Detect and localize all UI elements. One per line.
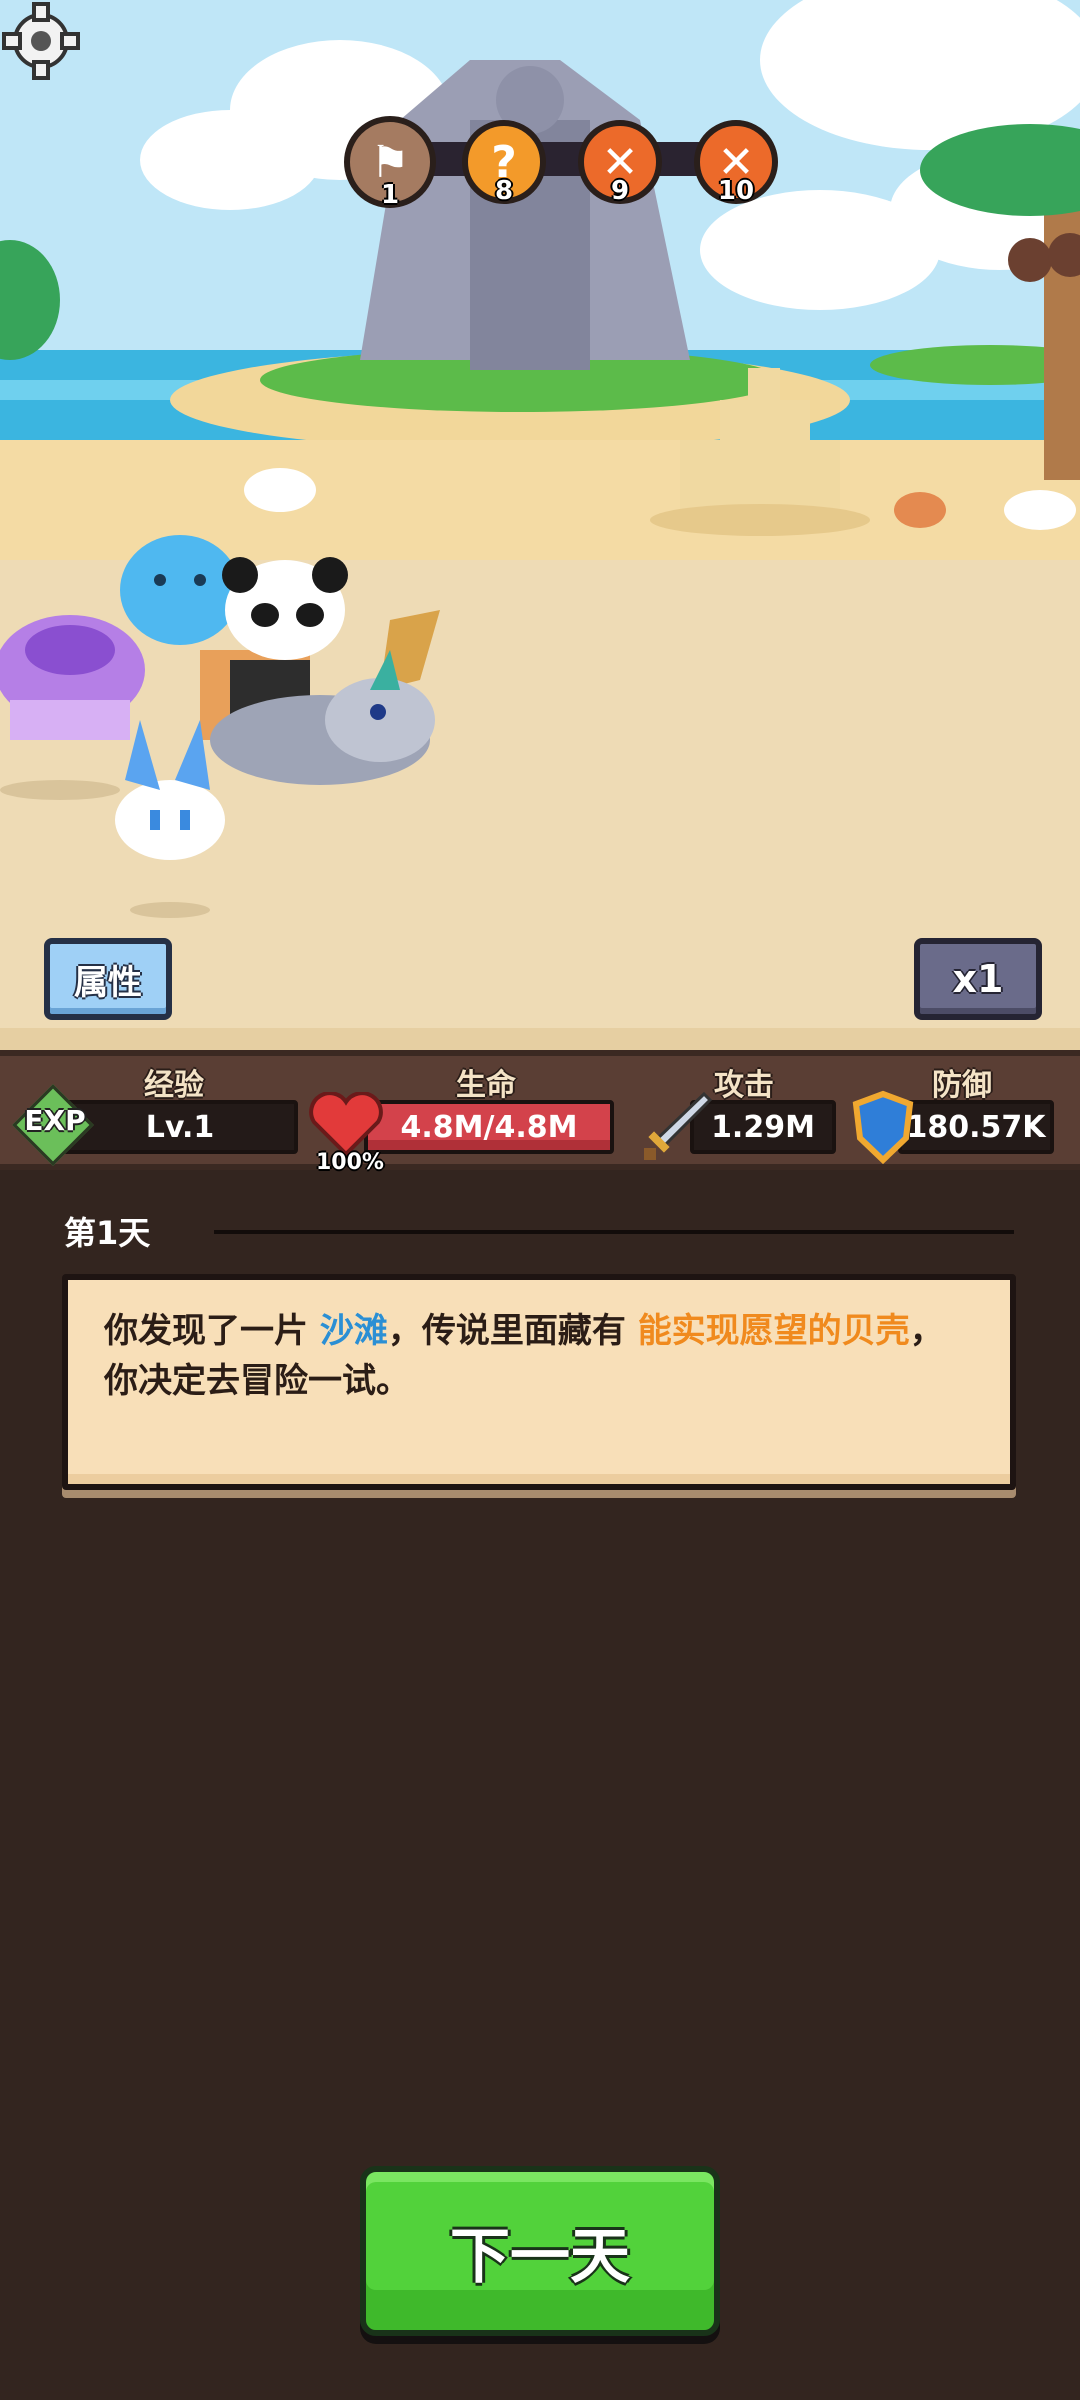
exp-label: 经验 [144, 1068, 204, 1103]
attack-label: 攻击 [714, 1068, 774, 1103]
hp-value: 4.8M/4.8M [364, 1100, 614, 1154]
milestone-2: ? 8 [462, 120, 546, 206]
shield-icon [852, 1090, 914, 1164]
milestone-3: ✕ 9 [578, 120, 662, 206]
day-label: 第1天 [64, 1214, 151, 1252]
story-place: 沙滩 [319, 1311, 388, 1351]
level-value: Lv.1 [62, 1100, 298, 1154]
story-text-2: ，传说里面藏有 [387, 1311, 638, 1351]
sword-icon [644, 1091, 712, 1160]
exp-badge: EXP [24, 1104, 86, 1137]
heart-icon [309, 1092, 383, 1157]
hp-percent: 100% [316, 1150, 384, 1175]
battle-scene: ⚑ 1 ? 8 ✕ 9 ✕ 10 属性 x1 [0, 0, 1080, 1050]
story-text-1: 你发现了一片 [104, 1311, 320, 1351]
story-card: 你发现了一片 沙滩，传说里面藏有 能实现愿望的贝壳，你决定去冒险一试。 [62, 1274, 1016, 1490]
story-item: 能实现愿望的贝壳 [637, 1311, 910, 1351]
attributes-button[interactable]: 属性 [44, 938, 172, 1020]
defense-label: 防御 [932, 1068, 992, 1103]
milestone-4: ✕ 10 [694, 120, 778, 206]
next-day-button[interactable]: 下一天 [360, 2166, 720, 2336]
stats-bar: 经验 Lv.1 EXP 生命 4.8M/4.8M 100% 攻击 1.29M 防… [0, 1050, 1080, 1175]
speed-button[interactable]: x1 [914, 938, 1042, 1020]
milestone-1: ⚑ 1 [344, 116, 436, 210]
gear-icon[interactable] [0, 0, 82, 82]
day-divider [214, 1230, 1014, 1234]
defense-value: 180.57K [898, 1100, 1054, 1154]
hp-label: 生命 [456, 1068, 516, 1103]
purple-jellyfish-enemy [0, 615, 145, 740]
blue-slime-pet [120, 535, 240, 645]
